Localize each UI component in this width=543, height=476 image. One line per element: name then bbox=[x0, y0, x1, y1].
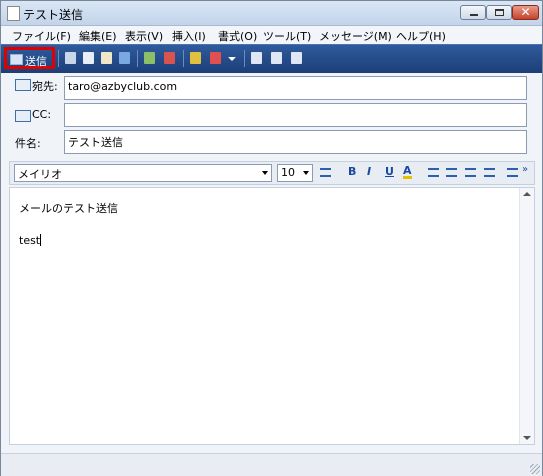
cc-label[interactable]: CC: bbox=[32, 108, 51, 121]
toolbar-separator bbox=[58, 50, 59, 67]
sign-icon[interactable] bbox=[251, 52, 262, 64]
font-select-value: メイリオ bbox=[18, 168, 62, 181]
toolbar-separator bbox=[137, 50, 138, 67]
numbered-list-icon[interactable] bbox=[428, 168, 439, 177]
subject-field[interactable]: テスト送信 bbox=[64, 130, 527, 154]
undo-icon[interactable] bbox=[119, 52, 130, 64]
menu-help[interactable]: ヘルプ(H) bbox=[396, 28, 446, 44]
to-field[interactable]: taro@azbyclub.com bbox=[64, 76, 527, 100]
address-book-icon[interactable] bbox=[15, 110, 31, 122]
document-icon bbox=[7, 6, 20, 21]
decrease-indent-icon[interactable] bbox=[465, 168, 476, 177]
send-label: 送信 bbox=[25, 55, 47, 68]
subject-label: 件名: bbox=[15, 137, 41, 150]
to-label[interactable]: 宛先: bbox=[32, 78, 58, 94]
increase-indent-icon[interactable] bbox=[484, 168, 495, 177]
toolbar-separator bbox=[183, 50, 184, 67]
menu-file[interactable]: ファイル(F) bbox=[12, 28, 71, 44]
bold-button[interactable]: B bbox=[348, 165, 356, 178]
offline-icon[interactable] bbox=[291, 52, 302, 64]
cc-field[interactable] bbox=[64, 103, 527, 127]
close-button[interactable]: ✕ bbox=[512, 5, 539, 20]
menu-format[interactable]: 書式(O) bbox=[218, 28, 257, 44]
window-title: テスト送信 bbox=[23, 8, 84, 22]
formatting-bar: メイリオ 10 B I U A » bbox=[9, 161, 535, 185]
minimize-button[interactable] bbox=[460, 5, 486, 20]
vertical-scrollbar[interactable] bbox=[519, 188, 534, 444]
scroll-down-icon[interactable] bbox=[523, 436, 531, 440]
maximize-icon bbox=[495, 9, 504, 16]
priority-icon[interactable] bbox=[210, 52, 221, 64]
menu-edit[interactable]: 編集(E) bbox=[79, 28, 117, 44]
mail-window: テスト送信 ✕ ファイル(F) 編集(E) 表示(V) 挿入(I) 書式(O) … bbox=[0, 0, 543, 476]
toolbar: 送信 bbox=[1, 44, 542, 73]
cut-icon[interactable] bbox=[65, 52, 76, 64]
font-color-button[interactable]: A bbox=[403, 165, 412, 179]
spell-check-icon[interactable] bbox=[164, 52, 175, 64]
body-line-1: メールのテスト送信 bbox=[19, 202, 118, 215]
menu-tools[interactable]: ツール(T) bbox=[263, 28, 311, 44]
underline-button[interactable]: U bbox=[385, 165, 394, 178]
send-button[interactable]: 送信 bbox=[4, 47, 55, 69]
chevron-down-icon bbox=[262, 171, 268, 175]
text-caret bbox=[40, 234, 42, 246]
body-line-2: test bbox=[19, 234, 42, 247]
send-icon bbox=[10, 54, 23, 65]
status-bar bbox=[1, 453, 542, 476]
paste-icon[interactable] bbox=[101, 52, 112, 64]
align-icon[interactable] bbox=[507, 168, 518, 177]
font-size-select[interactable]: 10 bbox=[277, 164, 313, 182]
font-size-value: 10 bbox=[281, 166, 295, 179]
close-icon: ✕ bbox=[520, 5, 531, 19]
minimize-icon bbox=[470, 14, 478, 16]
font-select[interactable]: メイリオ bbox=[14, 164, 272, 182]
body-line-2-text: test bbox=[19, 234, 41, 247]
priority-dropdown-icon[interactable] bbox=[228, 57, 236, 61]
attach-icon[interactable] bbox=[190, 52, 201, 64]
more-options-icon[interactable]: » bbox=[522, 164, 528, 175]
paragraph-style-icon[interactable] bbox=[320, 168, 331, 177]
menu-insert[interactable]: 挿入(I) bbox=[172, 28, 206, 44]
toolbar-separator bbox=[244, 50, 245, 67]
italic-button[interactable]: I bbox=[367, 165, 371, 178]
address-book-icon[interactable] bbox=[15, 79, 31, 91]
message-header: 宛先: taro@azbyclub.com CC: 件名: テスト送信 bbox=[1, 73, 542, 157]
check-names-icon[interactable] bbox=[144, 52, 155, 64]
chevron-down-icon bbox=[303, 171, 309, 175]
menu-bar: ファイル(F) 編集(E) 表示(V) 挿入(I) 書式(O) ツール(T) メ… bbox=[1, 26, 542, 44]
message-body[interactable]: メールのテスト送信 test bbox=[9, 187, 535, 445]
resize-grip-icon[interactable] bbox=[530, 464, 540, 474]
menu-message[interactable]: メッセージ(M) bbox=[319, 28, 392, 44]
scroll-up-icon[interactable] bbox=[523, 192, 531, 196]
maximize-button[interactable] bbox=[486, 5, 512, 20]
menu-view[interactable]: 表示(V) bbox=[125, 28, 163, 44]
encrypt-icon[interactable] bbox=[271, 52, 282, 64]
copy-icon[interactable] bbox=[83, 52, 94, 64]
bullet-list-icon[interactable] bbox=[446, 168, 457, 177]
title-bar[interactable]: テスト送信 ✕ bbox=[1, 1, 542, 26]
